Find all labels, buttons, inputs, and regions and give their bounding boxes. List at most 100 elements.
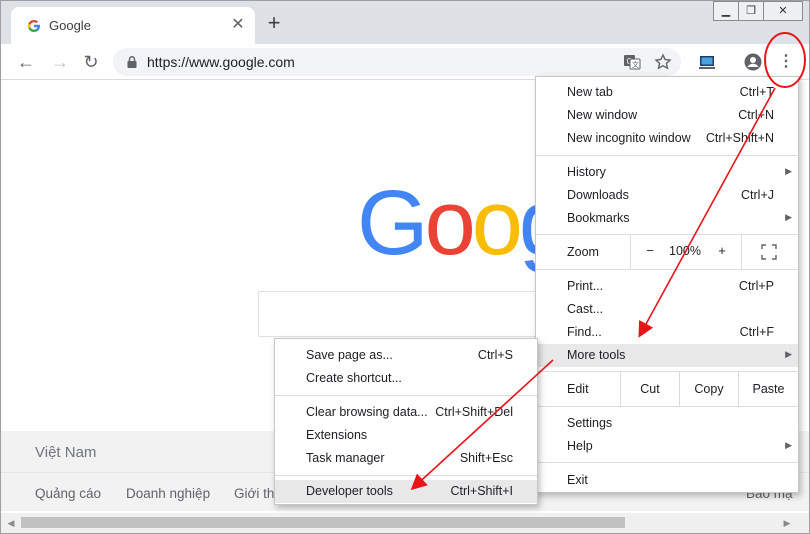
menu-item-label: Bookmarks [567,211,630,225]
fullscreen-icon[interactable] [761,244,777,260]
new-tab-button[interactable]: + [263,12,285,35]
scrollbar-thumb[interactable] [21,517,625,528]
footer-country: Việt Nam [35,444,97,461]
logo-letter: o [471,172,523,274]
menu-divider [536,462,798,463]
submenu-item-task-manager[interactable]: Task manager Shift+Esc [275,447,537,470]
menu-item-shortcut: Ctrl+S [477,348,513,362]
menu-item-shortcut: Ctrl+Shift+Del [435,405,513,419]
menu-item-shortcut: Ctrl+T [739,85,774,99]
account-icon[interactable] [743,52,763,72]
reload-button[interactable]: ↻ [79,50,103,74]
chrome-menu-button[interactable]: ⋮ [776,52,796,72]
menu-item-print[interactable]: Print... Ctrl+P [536,275,798,298]
zoom-in-button[interactable]: + [715,243,729,258]
menu-item-label: Help [567,439,593,453]
menu-item-label: Developer tools [306,484,393,498]
menu-divider [275,475,537,476]
lock-icon [127,56,137,68]
back-button[interactable]: ← [14,50,38,74]
menu-item-settings[interactable]: Settings [536,412,798,435]
menu-item-cast[interactable]: Cast... [536,298,798,321]
zoom-label: Zoom [567,245,599,259]
menu-item-new-window[interactable]: New window Ctrl+N [536,104,798,127]
menu-item-more-tools[interactable]: More tools ▶ [536,344,798,367]
zoom-row: Zoom − 100% + [536,235,798,269]
submenu-arrow-icon: ▶ [785,440,792,450]
scroll-left-icon[interactable]: ◀ [5,517,17,529]
address-bar[interactable]: https://www.google.com G 文 [113,48,681,76]
submenu-arrow-icon: ▶ [785,166,792,176]
submenu-arrow-icon: ▶ [785,349,792,359]
chrome-main-menu: New tab Ctrl+T New window Ctrl+N New inc… [535,76,799,493]
svg-text:文: 文 [632,60,639,69]
submenu-item-save-page[interactable]: Save page as... Ctrl+S [275,344,537,367]
horizontal-scrollbar[interactable]: ◀ ▶ [1,513,809,533]
menu-item-label: Find... [567,325,602,339]
zoom-controls: − 100% + [630,235,742,269]
close-window-button[interactable]: ✕ [763,1,803,21]
menu-item-label: New incognito window [567,131,691,145]
menu-item-find[interactable]: Find... Ctrl+F [536,321,798,344]
menu-item-history[interactable]: History ▶ [536,161,798,184]
close-tab-icon[interactable]: ✕ [229,16,247,34]
menu-item-label: Clear browsing data... [306,405,428,419]
menu-item-shortcut: Ctrl+J [741,188,774,202]
scroll-right-icon[interactable]: ▶ [781,517,793,529]
menu-item-label: History [567,165,606,179]
bookmark-star-icon[interactable] [654,53,672,71]
tab-google[interactable]: Google ✕ [11,7,255,44]
forward-button[interactable]: → [48,50,72,74]
menu-divider [275,395,537,396]
translate-icon[interactable]: G 文 [623,53,641,71]
menu-item-bookmarks[interactable]: Bookmarks ▶ [536,207,798,230]
menu-item-shortcut: Ctrl+F [739,325,774,339]
menu-item-label: Settings [567,416,613,430]
menu-item-label: Save page as... [306,348,393,362]
more-tools-submenu: Save page as... Ctrl+S Create shortcut..… [274,338,538,505]
menu-divider [536,406,798,407]
submenu-item-clear-data[interactable]: Clear browsing data... Ctrl+Shift+Del [275,401,537,424]
search-input[interactable] [258,291,558,337]
logo-letter: G [357,172,429,274]
tab-title: Google [49,18,91,33]
menu-item-shortcut: Ctrl+N [738,108,774,122]
submenu-arrow-icon: ▶ [785,212,792,222]
menu-divider [536,269,798,270]
menu-item-label: Cast... [567,302,604,316]
menu-item-label: Print... [567,279,604,293]
logo-letter: o [424,172,476,274]
zoom-out-button[interactable]: − [643,243,657,258]
edit-row: Edit Cut Copy Paste [536,372,798,406]
menu-item-new-tab[interactable]: New tab Ctrl+T [536,81,798,104]
tab-strip: Google ✕ + ▁ ❐ ✕ [1,1,809,44]
cut-button[interactable]: Cut [620,372,679,406]
url-text: https://www.google.com [147,54,295,70]
extension-icon[interactable] [697,52,717,72]
menu-item-label: New tab [567,85,613,99]
google-favicon-icon [27,20,40,32]
copy-button[interactable]: Copy [679,372,738,406]
menu-item-label: More tools [567,348,626,362]
maximize-button[interactable]: ❐ [738,1,764,21]
footer-link-about[interactable]: Giới thi [234,486,277,501]
submenu-item-extensions[interactable]: Extensions [275,424,537,447]
menu-item-label: Downloads [567,188,629,202]
footer-link-ads[interactable]: Quảng cáo [35,486,101,501]
paste-button[interactable]: Paste [738,372,798,406]
footer-link-business[interactable]: Doanh nghiệp [126,486,210,501]
menu-item-help[interactable]: Help ▶ [536,435,798,458]
submenu-item-create-shortcut[interactable]: Create shortcut... [275,367,537,390]
menu-item-new-incognito[interactable]: New incognito window Ctrl+Shift+N [536,127,798,150]
minimize-button[interactable]: ▁ [713,1,739,21]
menu-item-shortcut: Ctrl+Shift+N [705,131,774,145]
menu-item-exit[interactable]: Exit [536,469,798,492]
menu-item-label: Task manager [306,451,385,465]
menu-item-label: Extensions [306,428,368,442]
zoom-level: 100% [669,244,701,258]
menu-item-label: Create shortcut... [306,371,402,385]
menu-item-label: New window [567,108,638,122]
menu-item-downloads[interactable]: Downloads Ctrl+J [536,184,798,207]
menu-item-shortcut: Ctrl+Shift+I [450,484,513,498]
submenu-item-developer-tools[interactable]: Developer tools Ctrl+Shift+I [275,480,537,503]
